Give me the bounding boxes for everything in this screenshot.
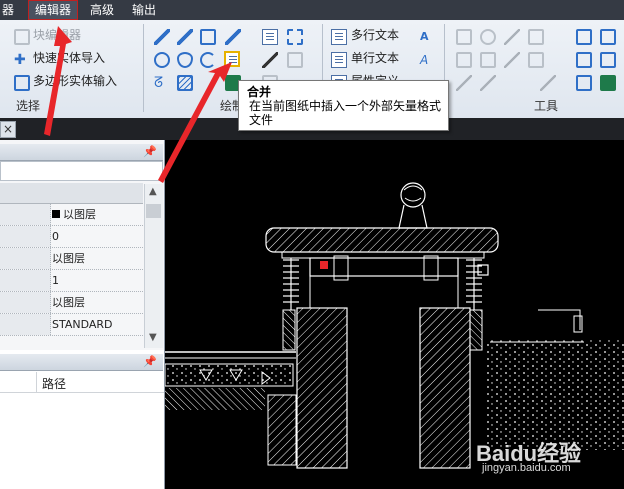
annotation-overlay: [44, 26, 232, 183]
watermark-url: jingyan.baidu.com: [482, 462, 571, 474]
annotation-arrow-menu: [44, 26, 72, 136]
annotation-arrow-merge: [158, 62, 232, 183]
